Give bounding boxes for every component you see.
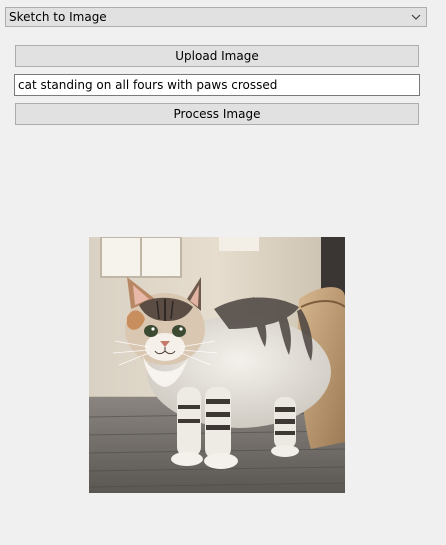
result-image (89, 237, 345, 493)
process-image-button[interactable]: Process Image (15, 103, 419, 125)
upload-image-button[interactable]: Upload Image (15, 45, 419, 67)
prompt-input[interactable]: cat standing on all fours with paws cros… (14, 74, 420, 96)
mode-select[interactable]: Sketch to Image (5, 7, 427, 27)
mode-select-value: Sketch to Image (9, 10, 107, 24)
cat-photo (89, 237, 345, 493)
chevron-down-icon[interactable] (408, 8, 424, 26)
